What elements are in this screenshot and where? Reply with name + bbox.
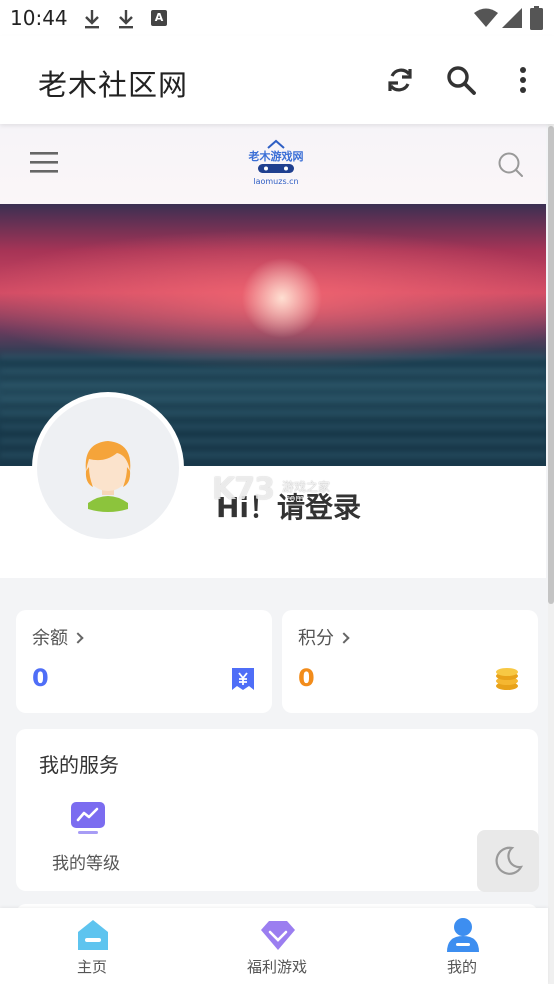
coins-icon bbox=[496, 668, 518, 690]
chevron-right-icon bbox=[72, 632, 84, 644]
nav-home[interactable]: 主页 bbox=[32, 908, 152, 984]
points-value: 0 bbox=[298, 664, 315, 692]
balance-label-row[interactable]: 余额 bbox=[32, 624, 84, 650]
wifi-icon bbox=[474, 8, 498, 27]
points-label: 积分 bbox=[298, 628, 334, 649]
battery-icon bbox=[530, 6, 543, 30]
watermark-logo: K73 bbox=[212, 472, 275, 507]
svg-text:老木游戏网: 老木游戏网 bbox=[248, 149, 304, 163]
download-icon bbox=[119, 10, 133, 29]
yen-ticket-icon bbox=[232, 668, 254, 690]
more-vert-icon[interactable] bbox=[503, 60, 543, 100]
balance-label: 余额 bbox=[32, 628, 68, 649]
nav-welfare-games[interactable]: 福利游戏 bbox=[217, 908, 337, 984]
nav-label: 主页 bbox=[76, 958, 107, 976]
app-title: 老木社区网 bbox=[38, 68, 189, 102]
site-logo[interactable]: 老木游戏网 laomuzs.cn bbox=[238, 138, 314, 188]
svg-text:laomuzs.cn: laomuzs.cn bbox=[253, 177, 298, 186]
service-label: 我的等级 bbox=[52, 854, 120, 874]
status-time: 10:44 bbox=[10, 6, 68, 30]
watermark-subtitle: 游戏之家 bbox=[282, 480, 331, 494]
avatar[interactable] bbox=[37, 397, 179, 539]
watermark-url: .com bbox=[282, 494, 305, 504]
nav-mine[interactable]: 我的 bbox=[402, 908, 522, 984]
my-services-card: 我的服务 我的等级 bbox=[16, 729, 538, 891]
scrollbar[interactable] bbox=[548, 124, 554, 984]
nav-label: 我的 bbox=[446, 958, 477, 976]
download-icon bbox=[85, 10, 99, 29]
user-icon bbox=[447, 918, 479, 952]
app-bar: 老木社区网 bbox=[0, 36, 554, 124]
home-icon bbox=[78, 920, 108, 950]
scroll-thumb[interactable] bbox=[548, 126, 554, 604]
chevron-right-icon bbox=[338, 632, 350, 644]
site-header: 老木游戏网 laomuzs.cn bbox=[0, 124, 546, 204]
refresh-icon[interactable] bbox=[380, 60, 420, 100]
menu-icon[interactable] bbox=[30, 150, 58, 174]
chart-monitor-icon bbox=[71, 802, 105, 834]
status-bar: 10:44 A bbox=[0, 0, 554, 36]
nav-label: 福利游戏 bbox=[246, 958, 307, 976]
avatar-ring[interactable] bbox=[32, 392, 184, 544]
points-card[interactable]: 积分 0 bbox=[282, 610, 538, 713]
dark-mode-toggle[interactable] bbox=[477, 830, 539, 892]
search-icon[interactable] bbox=[441, 60, 481, 100]
k73-watermark: K73 游戏之家 .com bbox=[212, 472, 330, 507]
default-user-avatar-icon bbox=[85, 441, 131, 512]
bottom-nav: 主页 福利游戏 我的 bbox=[0, 908, 548, 984]
balance-card[interactable]: 余额 0 bbox=[16, 610, 272, 713]
signal-icon bbox=[502, 8, 522, 28]
header-search-icon[interactable] bbox=[496, 150, 524, 178]
services-title: 我的服务 bbox=[39, 753, 119, 777]
moon-icon bbox=[495, 846, 524, 875]
balance-value: 0 bbox=[32, 664, 49, 692]
service-my-level[interactable]: 我的等级 bbox=[46, 801, 132, 877]
app-badge-icon: A bbox=[151, 10, 167, 26]
points-label-row[interactable]: 积分 bbox=[298, 624, 350, 650]
diamond-icon bbox=[261, 921, 295, 950]
